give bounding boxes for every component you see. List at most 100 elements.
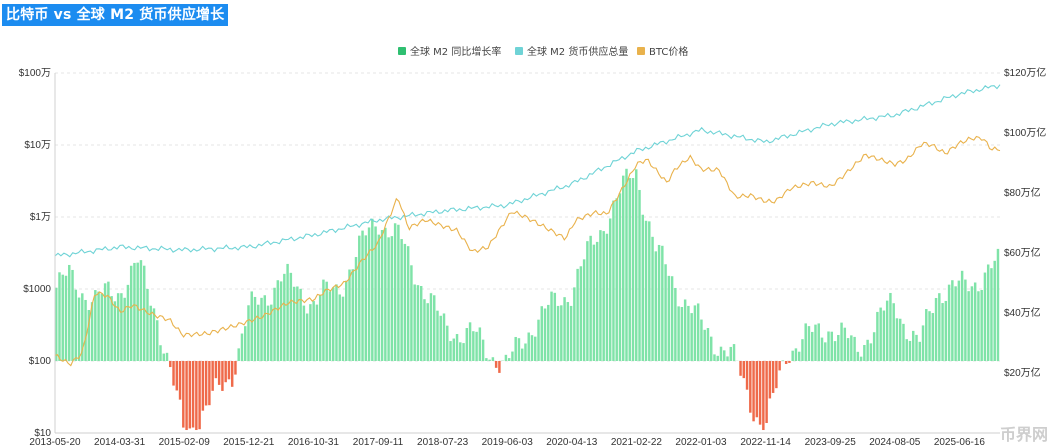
m2-growth-bar [312,301,315,361]
m2-growth-bar [530,335,534,361]
m2-growth-bar [612,200,615,361]
m2-growth-bar [442,313,446,361]
m2-growth-bar [781,360,785,361]
m2-growth-bar [400,239,403,361]
m2-growth-bar [579,266,583,361]
m2-growth-bar [918,341,921,361]
left-axis: $10$100$1000$1万$10万$100万 [19,68,56,439]
m2-growth-bar-negative [208,361,211,406]
m2-growth-bar [833,341,837,361]
m2-growth-bar [954,286,957,361]
m2-growth-bar [263,295,267,361]
right-axis-tick-label: $20万亿 [1004,366,1041,379]
m2-growth-bar-negative [758,361,762,425]
m2-growth-bar [250,291,253,361]
left-axis-tick-label: $100万 [19,68,51,79]
x-axis-tick-label: 2015-12-21 [223,437,275,447]
m2-growth-bar [709,336,713,361]
m2-growth-bar [488,359,491,361]
m2-growth-bar-negative [204,361,208,406]
m2-growth-bar [436,310,439,361]
m2-growth-bar [156,320,159,361]
m2-growth-bar [133,262,136,361]
m2-growth-bar [433,295,436,361]
m2-growth-bar [729,346,732,361]
x-axis-tick-label: 2022-11-14 [740,437,791,447]
m2-growth-bar [351,269,354,361]
m2-growth-bar [856,351,860,361]
right-axis-tick-label: $60万亿 [1004,246,1041,259]
m2-growth-bar [253,296,257,361]
right-axis: $20万亿 $40万亿 $60万亿 $80万亿 $100万亿 $120万亿 [1004,66,1046,379]
m2-growth-bar [654,251,658,361]
m2-growth-bar [934,297,938,361]
m2-growth-bar [273,287,276,361]
m2-growth-bar [850,335,853,361]
m2-growth-bar-negative [788,361,791,363]
m2-growth-bar [520,348,524,361]
m2-growth-bar [361,230,364,361]
m2-growth-bar [595,241,599,361]
m2-growth-bar [547,304,550,361]
m2-supply-line [54,84,1001,258]
m2-growth-bar [77,297,81,361]
m2-growth-bar [801,339,804,361]
m2-growth-bar [390,236,394,361]
m2-growth-bar-negative [191,361,195,428]
m2-growth-bar [514,336,517,361]
m2-growth-bar [478,327,482,361]
m2-growth-bar [895,318,899,361]
m2-growth-bar [331,287,335,361]
watermark: 币界网 [999,425,1048,444]
m2-growth-bar [393,223,397,361]
m2-growth-bar-negative [752,361,755,422]
m2-growth-bar [589,235,592,361]
m2-growth-bar [641,214,645,361]
m2-growth-bar [120,293,123,361]
left-axis-tick-label: $100 [29,356,52,367]
m2-growth-bar [674,287,677,361]
m2-growth-bar [820,337,824,361]
m2-growth-bar [345,280,348,361]
m2-growth-bar [426,303,429,361]
m2-growth-bar [240,333,244,361]
m2-growth-bar [951,280,954,361]
m2-growth-bar [573,287,576,361]
m2-growth-bar [582,259,586,361]
x-axis-tick-label: 2021-02-22 [611,437,663,447]
m2-growth-bar-negative [227,361,231,380]
m2-growth-bar [534,336,537,361]
x-axis-tick-label: 2015-02-09 [159,437,211,447]
m2-growth-bar [341,296,345,361]
legend-label: 全球 M2 货币供应总量 [527,45,628,58]
m2-growth-bar [64,275,68,361]
m2-growth-bar [556,305,560,361]
left-axis-tick-label: $10万 [24,140,51,151]
m2-growth-bar [507,358,511,361]
right-axis-tick-label: $120万亿 [1004,66,1046,79]
m2-growth-bar [315,304,319,361]
m2-growth-bar [973,282,977,361]
m2-growth-bar [380,229,384,361]
m2-growth-bar [706,328,710,361]
m2-growth-bar-negative [178,361,182,400]
m2-growth-bar [648,221,651,361]
m2-growth-bar [811,331,814,361]
m2-growth-bar [553,292,557,361]
m2-growth-bar [915,334,918,361]
m2-growth-bar [61,274,64,361]
m2-growth-bar [794,348,798,361]
m2-growth-bar-negative [182,361,185,428]
m2-growth-bar [908,340,912,361]
m2-growth-bar [993,260,996,361]
m2-growth-bar [996,248,1000,361]
m2-growth-bar [615,198,618,361]
m2-growth-bar [817,323,820,361]
m2-growth-bar [683,299,687,361]
m2-growth-bar [732,344,736,361]
m2-growth-bar [970,286,974,361]
m2-growth-bar [928,311,931,361]
m2-growth-bar [71,269,74,361]
m2-growth-bar [116,293,120,361]
m2-growth-bar [824,342,827,361]
